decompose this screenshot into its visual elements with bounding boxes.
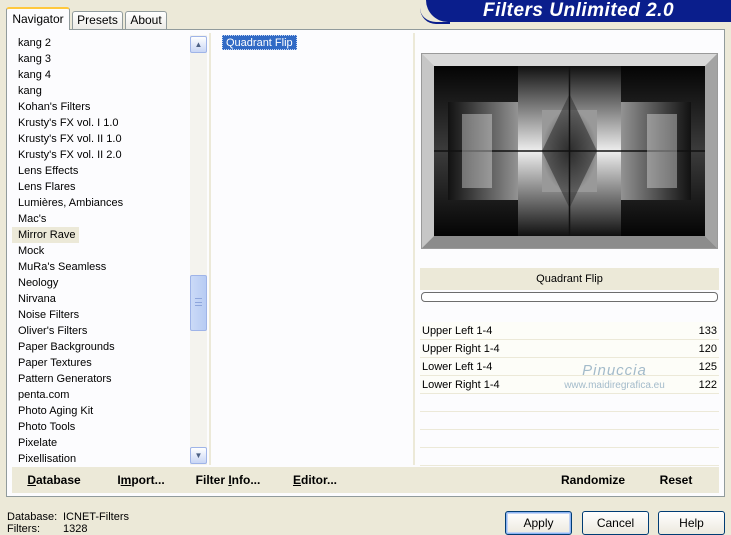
- editor-label: ditor...: [301, 473, 337, 487]
- category-item[interactable]: Mac's: [12, 211, 50, 227]
- database-label: Database:: [7, 511, 58, 523]
- param-slot-empty: [420, 394, 719, 412]
- filters-count-value: 1328: [63, 523, 88, 535]
- randomize-button[interactable]: Randomize: [557, 467, 629, 493]
- divider: [209, 33, 211, 465]
- param-label: Upper Right 1-4: [422, 343, 500, 355]
- import-mnemonic: m: [120, 473, 132, 487]
- category-item[interactable]: Paper Backgrounds: [12, 339, 119, 355]
- param-slot-empty: [420, 448, 719, 466]
- param-label: Lower Left 1-4: [422, 361, 493, 373]
- watermark-name: Pinuccia: [582, 362, 647, 379]
- tab-presets[interactable]: Presets: [72, 11, 123, 29]
- scroll-down-button[interactable]: ▼: [190, 447, 207, 464]
- category-item[interactable]: Pattern Generators: [12, 371, 116, 387]
- category-item[interactable]: Krusty's FX vol. II 2.0: [12, 147, 126, 163]
- database-value: ICNET-Filters: [63, 511, 129, 523]
- param-slot-empty: [420, 412, 719, 430]
- category-scrollbar[interactable]: ▲ ▼: [190, 35, 207, 465]
- category-item[interactable]: kang 3: [12, 51, 55, 67]
- filter-list[interactable]: Quadrant Flip: [222, 35, 410, 465]
- category-item[interactable]: Lens Effects: [12, 163, 82, 179]
- category-item[interactable]: Oliver's Filters: [12, 323, 91, 339]
- watermark-url: www.maidiregrafica.eu: [564, 380, 665, 391]
- param-slider[interactable]: Upper Left 1-4 133: [420, 322, 719, 340]
- preview-pattern: [422, 54, 717, 248]
- editor-mnemonic: E: [292, 473, 301, 487]
- import-button[interactable]: Import...: [114, 467, 168, 493]
- category-item[interactable]: Mock: [12, 243, 48, 259]
- help-button[interactable]: Help: [658, 511, 725, 535]
- chevron-down-icon: ▼: [194, 451, 203, 460]
- param-value: 120: [698, 343, 717, 355]
- category-item[interactable]: Krusty's FX vol. I 1.0: [12, 115, 123, 131]
- database-info: Database: ICNET-Filters Filters: 1328: [7, 511, 129, 535]
- category-item[interactable]: Pixellisation: [12, 451, 80, 465]
- category-item[interactable]: Photo Tools: [12, 419, 79, 435]
- category-item[interactable]: Paper Textures: [12, 355, 96, 371]
- category-item[interactable]: Krusty's FX vol. II 1.0: [12, 131, 126, 147]
- param-value: 125: [698, 361, 717, 373]
- category-item[interactable]: Lumières, Ambiances: [12, 195, 127, 211]
- divider: [413, 33, 415, 465]
- watermark: Pinuccia www.maidiregrafica.eu: [547, 362, 682, 396]
- category-item[interactable]: Mirror Rave: [12, 227, 80, 243]
- category-item[interactable]: kang 4: [12, 67, 55, 83]
- database-mnemonic: D: [27, 473, 36, 487]
- filter-info-label: nfo...: [231, 473, 261, 487]
- progress-bar: [421, 292, 718, 302]
- chevron-up-icon: ▲: [194, 40, 203, 49]
- preview-image: [421, 53, 718, 249]
- scroll-thumb[interactable]: [190, 275, 207, 331]
- tab-navigator[interactable]: Navigator: [6, 7, 70, 30]
- param-value: 122: [698, 379, 717, 391]
- grip-icon: [195, 298, 202, 306]
- tab-about[interactable]: About: [125, 11, 167, 29]
- category-item[interactable]: Lens Flares: [12, 179, 79, 195]
- filters-count-label: Filters:: [7, 523, 40, 535]
- database-label: atabase: [35, 473, 81, 487]
- category-item[interactable]: penta.com: [12, 387, 73, 403]
- editor-button[interactable]: Editor...: [292, 467, 338, 493]
- param-slot-empty: [420, 430, 719, 448]
- category-item[interactable]: Kohan's Filters: [12, 99, 94, 115]
- category-item[interactable]: kang: [12, 83, 46, 99]
- param-slider[interactable]: Upper Right 1-4 120: [420, 340, 719, 358]
- scroll-up-button[interactable]: ▲: [190, 36, 207, 53]
- selected-filter-caption: Quadrant Flip: [420, 268, 719, 290]
- category-item[interactable]: Neology: [12, 275, 62, 291]
- apply-button[interactable]: Apply: [505, 511, 572, 535]
- category-item[interactable]: kang 2: [12, 35, 55, 51]
- filter-item-quadrant-flip[interactable]: Quadrant Flip: [222, 35, 297, 50]
- navigator-toolbar: Database Import... Filter Info... Editor…: [12, 467, 719, 493]
- category-item[interactable]: MuRa's Seamless: [12, 259, 110, 275]
- category-item[interactable]: Noise Filters: [12, 307, 83, 323]
- category-item[interactable]: Photo Aging Kit: [12, 403, 97, 419]
- cancel-button[interactable]: Cancel: [582, 511, 649, 535]
- category-item[interactable]: Nirvana: [12, 291, 60, 307]
- reset-button[interactable]: Reset: [654, 467, 698, 493]
- filter-info-button[interactable]: Filter Info...: [195, 467, 261, 493]
- param-label: Upper Left 1-4: [422, 325, 493, 337]
- filter-info-label-start: Filter: [195, 473, 229, 487]
- category-item[interactable]: Pixelate: [12, 435, 61, 451]
- app-title-banner: Filters Unlimited 2.0: [420, 0, 731, 24]
- param-value: 133: [698, 325, 717, 337]
- category-list[interactable]: kang 2 kang 3 kang 4 kang Kohan's Filters Kru…: [12, 35, 188, 465]
- database-button[interactable]: Database: [24, 467, 84, 493]
- import-label: port...: [131, 473, 165, 487]
- param-label: Lower Right 1-4: [422, 379, 500, 391]
